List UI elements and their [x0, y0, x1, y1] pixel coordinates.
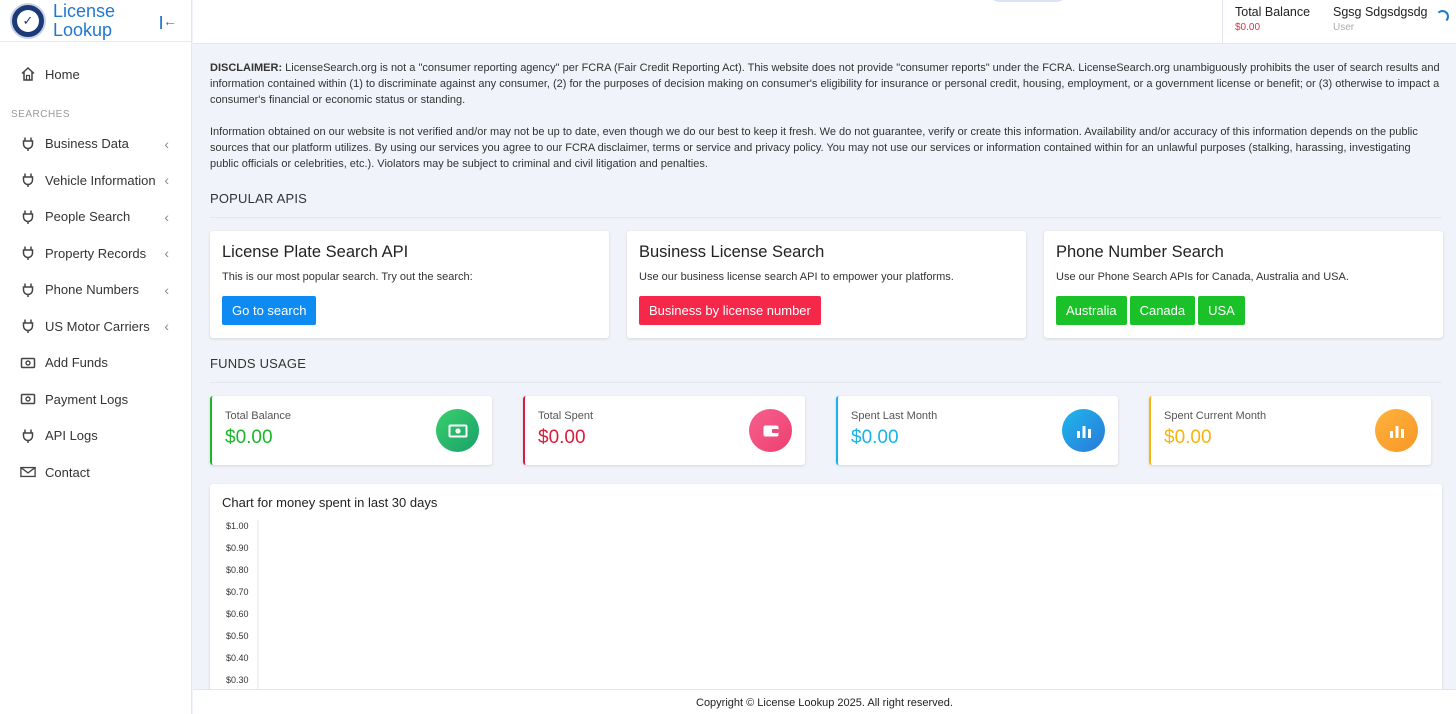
api-card-description: Use our Phone Search APIs for Canada, Au… — [1056, 271, 1349, 283]
collapse-sidebar-icon[interactable]: |← — [159, 13, 177, 29]
disclaimer-text-1: LicenseSearch.org is not a "consumer rep… — [210, 62, 1440, 106]
api-card-title: License Plate Search API — [222, 243, 409, 261]
chevron-left-icon: ‹ — [164, 245, 169, 262]
money-icon — [20, 355, 36, 371]
main-content: DISCLAIMER: LicenseSearch.org is not a "… — [210, 60, 1443, 714]
brand: ✓ License Lookup |← — [0, 0, 191, 42]
sidebar-item-label: Contact — [45, 464, 90, 480]
money-icon — [436, 409, 479, 452]
y-tick-label: $0.30 — [226, 675, 249, 685]
sidebar-item-label: Home — [45, 66, 80, 82]
sidebar-item-home[interactable]: Home — [0, 56, 191, 93]
chevron-left-icon: ‹ — [164, 135, 169, 152]
chevron-left-icon: ‹ — [164, 281, 169, 298]
home-icon — [20, 66, 36, 82]
user-menu[interactable]: Sgsg Sdgsdgsdg User — [1333, 5, 1428, 33]
api-card-description: Use our business license search API to e… — [639, 271, 954, 283]
spending-chart: Chart for money spent in last 30 days $1… — [210, 484, 1442, 714]
stat-card-total-balance: Total Balance $0.00 — [210, 396, 492, 465]
chevron-left-icon: ‹ — [164, 318, 169, 335]
sidebar-item-label: Payment Logs — [45, 391, 129, 407]
sidebar-item-phone-numbers[interactable]: Phone Numbers ‹ — [0, 272, 191, 309]
api-button-usa[interactable]: USA — [1198, 296, 1245, 325]
user-role: User — [1333, 22, 1355, 33]
sidebar-item-payment-logs[interactable]: Payment Logs — [0, 381, 191, 418]
money-icon — [20, 391, 36, 407]
sidebar-item-business-data[interactable]: Business Data ‹ — [0, 126, 191, 163]
sidebar-item-us-motor-carriers[interactable]: US Motor Carriers ‹ — [0, 308, 191, 345]
sidebar-item-label: Vehicle Information — [45, 172, 156, 188]
user-name: Sgsg Sdgsdgsdg — [1333, 5, 1428, 19]
footer: Copyright © License Lookup 2025. All rig… — [193, 689, 1456, 714]
bar-chart-icon — [1375, 409, 1418, 452]
y-tick-label: $0.40 — [226, 653, 249, 663]
api-button-canada[interactable]: Canada — [1129, 296, 1196, 325]
chevron-left-icon: ‹ — [164, 208, 169, 225]
api-card-description: This is our most popular search. Try out… — [222, 271, 473, 283]
wallet-icon — [749, 409, 792, 452]
stat-card-total-spent: Total Spent $0.00 — [523, 396, 805, 465]
disclaimer-prefix: DISCLAIMER: — [210, 62, 283, 74]
disclaimer-text-2: Information obtained on our website is n… — [210, 126, 1418, 170]
sidebar-item-label: Business Data — [45, 136, 129, 152]
header-balance[interactable]: Total Balance $0.00 — [1222, 0, 1324, 44]
api-card: Phone Number Search Use our Phone Search … — [1044, 231, 1443, 338]
logo[interactable]: ✓ — [10, 2, 46, 39]
plug-icon — [20, 245, 36, 261]
sidebar-item-label: People Search — [45, 209, 131, 225]
sidebar-item-label: US Motor Carriers — [45, 318, 150, 334]
disclaimer: DISCLAIMER: LicenseSearch.org is not a "… — [210, 60, 1442, 172]
plug-icon — [20, 318, 36, 334]
sidebar-item-people-search[interactable]: People Search ‹ — [0, 199, 191, 236]
bar-chart-icon — [1062, 409, 1105, 452]
sidebar: ✓ License Lookup |← Home SEARCHES Busine… — [0, 0, 192, 714]
api-card: Business License Search Use our business … — [627, 231, 1026, 338]
y-tick-label: $0.60 — [226, 609, 249, 619]
chart-canvas: $1.00 $0.90 $0.80 $0.70 $0.60 $0.50 $0.40 $0.30 — [226, 520, 259, 714]
sidebar-section-label: SEARCHES — [11, 108, 71, 120]
y-tick-label: $0.50 — [226, 631, 249, 641]
plug-icon — [20, 209, 36, 225]
api-card-title: Business License Search — [639, 243, 825, 261]
api-button-go-to-search[interactable]: Go to search — [222, 296, 317, 325]
plug-icon — [20, 282, 36, 298]
brand-name[interactable]: License Lookup — [53, 1, 133, 40]
sidebar-item-api-logs[interactable]: API Logs — [0, 418, 191, 455]
api-card-buttons: Australia Canada USA — [1056, 296, 1431, 325]
api-button-business-by-license-number[interactable]: Business by license number — [639, 296, 821, 325]
y-tick-label: $0.90 — [226, 543, 249, 553]
sidebar-item-vehicle-information[interactable]: Vehicle Information ‹ — [0, 162, 191, 199]
sidebar-item-label: Add Funds — [45, 355, 108, 371]
plug-icon — [20, 136, 36, 152]
chevron-left-icon: ‹ — [164, 172, 169, 189]
topbar: Total Balance $0.00 Sgsg Sdgsdgsdg User — [193, 0, 1456, 44]
header-balance-label: Total Balance — [1235, 5, 1311, 19]
plug-icon — [20, 428, 36, 444]
stat-card-spent-current-month: Spent Current Month $0.00 — [1149, 396, 1431, 465]
api-button-australia[interactable]: Australia — [1056, 296, 1127, 325]
y-tick-label: $0.70 — [226, 587, 249, 597]
funds-usage-title: FUNDS USAGE — [210, 356, 1442, 383]
y-tick-label: $0.80 — [226, 565, 249, 575]
sidebar-item-label: Property Records — [45, 245, 147, 261]
decorative-arc — [988, 0, 1068, 2]
envelope-icon — [20, 464, 36, 480]
sidebar-item-label: API Logs — [45, 428, 98, 444]
loading-spinner-icon — [1436, 10, 1449, 23]
sidebar-item-property-records[interactable]: Property Records ‹ — [0, 235, 191, 272]
header-balance-value: $0.00 — [1235, 22, 1261, 33]
popular-apis-title: POPULAR APIS — [210, 191, 1442, 218]
sidebar-item-contact[interactable]: Contact — [0, 454, 191, 491]
api-card: License Plate Search API This is our most… — [210, 231, 609, 338]
y-tick-label: $1.00 — [226, 521, 249, 531]
api-card-buttons: Go to search — [222, 296, 597, 325]
sidebar-item-add-funds[interactable]: Add Funds — [0, 345, 191, 382]
api-card-buttons: Business by license number — [639, 296, 1014, 325]
plug-icon — [20, 172, 36, 188]
sidebar-search-nav: Business Data ‹ Vehicle Information ‹ People… — [0, 126, 191, 491]
sidebar-item-label: Phone Numbers — [45, 282, 139, 298]
sidebar-nav: Home — [0, 42, 191, 93]
api-card-title: Phone Number Search — [1056, 243, 1224, 261]
stat-card-spent-last-month: Spent Last Month $0.00 — [836, 396, 1118, 465]
